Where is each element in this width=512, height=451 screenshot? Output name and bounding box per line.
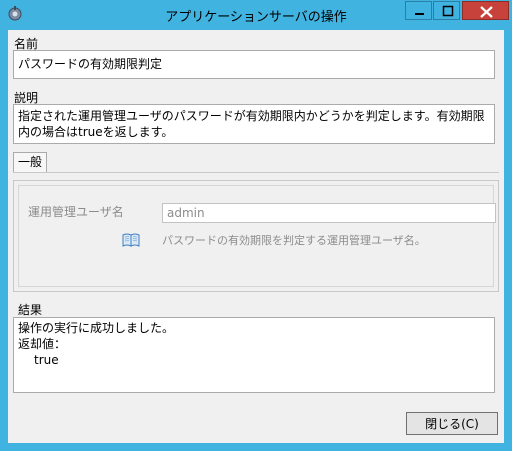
admin-user-name-label: 運用管理ユーザ名: [28, 205, 124, 219]
close-button[interactable]: 閉じる(C): [406, 412, 498, 435]
admin-user-name-input[interactable]: admin: [162, 203, 496, 223]
result-return-label: 返却値：: [18, 337, 67, 351]
title-bar[interactable]: アプリケーションサーバの操作: [0, 0, 512, 28]
minimize-button[interactable]: [405, 1, 432, 20]
description-field: 指定された運用管理ユーザのパスワードが有効期限内かどうかを判定します。有効期限内…: [13, 104, 495, 144]
result-status-text: 操作の実行に成功しました。: [18, 321, 175, 335]
book-icon: [122, 232, 140, 248]
maximize-button[interactable]: [433, 1, 460, 20]
tab-strip: [13, 172, 499, 173]
close-window-button[interactable]: [462, 1, 509, 20]
admin-user-name-help: パスワードの有効期限を判定する運用管理ユーザ名。: [162, 234, 426, 247]
dialog-window: アプリケーションサーバの操作 名前 パスワードの有効期限判定 説明 指定された運…: [0, 0, 512, 451]
name-field: パスワードの有効期限判定: [13, 50, 495, 79]
general-tab-panel: 運用管理ユーザ名 admin パスワードの有効期限を判定する運用管理ユーザ名。: [13, 180, 499, 292]
tab-general[interactable]: 一般: [13, 152, 47, 172]
dialog-body: 名前 パスワードの有効期限判定 説明 指定された運用管理ユーザのパスワードが有効…: [8, 30, 504, 443]
result-label: 結果: [18, 303, 43, 317]
result-field: 操作の実行に成功しました。 返却値： true: [13, 317, 495, 393]
general-tab-content: 運用管理ユーザ名 admin パスワードの有効期限を判定する運用管理ユーザ名。: [18, 185, 496, 287]
result-return-value: true: [34, 353, 59, 367]
